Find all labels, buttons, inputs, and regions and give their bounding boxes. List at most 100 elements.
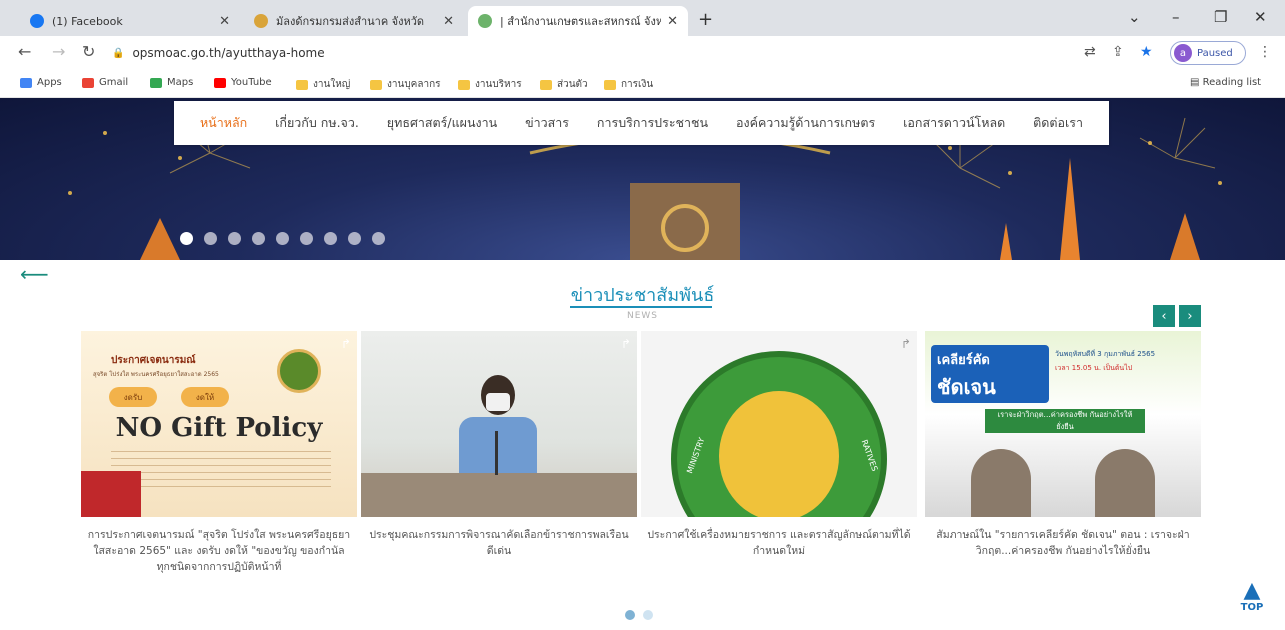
nav-news[interactable]: ข่าวสาร bbox=[525, 113, 569, 133]
bookmark-folder[interactable]: ส่วนตัว bbox=[540, 77, 588, 92]
nav-services[interactable]: การบริการประชาชน bbox=[597, 113, 708, 133]
tab-title: | สำนักงานเกษตรและสหกรณ์ จังหวัด bbox=[500, 15, 662, 28]
tab-search-icon[interactable]: ⌄ bbox=[1128, 8, 1141, 26]
bookmark-apps[interactable]: Apps bbox=[20, 77, 62, 88]
news-card[interactable]: MINISTRY RATIVES ↱ ประกาศใช้เครื่องหมายร… bbox=[641, 331, 917, 559]
minimize-icon[interactable]: – bbox=[1172, 8, 1180, 26]
news-image[interactable]: เคลียร์คัด ชัดเจน วันพฤหัสบดีที่ 3 กุมภา… bbox=[925, 331, 1201, 517]
nav-home[interactable]: หน้าหลัก bbox=[200, 113, 247, 133]
news-card[interactable]: ↱ ประชุมคณะกรรมการพิจารณาคัดเลือกข้าราชก… bbox=[361, 331, 637, 559]
carousel-next-button[interactable]: › bbox=[1179, 305, 1201, 327]
guest-photo bbox=[1095, 449, 1155, 517]
image-subtext: สุจริต โปร่งใส พระนครศรีอยุธยาใสสะอาด 25… bbox=[93, 371, 219, 378]
slider-dot[interactable] bbox=[372, 232, 385, 245]
news-image[interactable]: ประกาศเจตนารมณ์ สุจริต โปร่งใส พระนครศรี… bbox=[81, 331, 357, 517]
image-body-text bbox=[111, 451, 331, 491]
bookmark-label: งานใหญ่ bbox=[313, 79, 351, 90]
back-to-top-button[interactable]: ▲ TOP bbox=[1236, 578, 1268, 614]
tab-opsmoac-1[interactable]: มัลงด้กรมกรมส่งสำนาค จังหวัด ✕ bbox=[244, 6, 464, 36]
show-logo-line2: ชัดเจน bbox=[937, 375, 996, 399]
avatar: a bbox=[1174, 44, 1192, 62]
maps-icon bbox=[150, 77, 162, 88]
tab-facebook[interactable]: (1) Facebook ✕ bbox=[20, 6, 240, 36]
news-image[interactable]: MINISTRY RATIVES ↱ bbox=[641, 331, 917, 517]
menu-icon[interactable]: ⋮ bbox=[1258, 44, 1272, 60]
reading-list-button[interactable]: ▤ Reading list bbox=[1190, 77, 1261, 88]
news-caption[interactable]: ประกาศใช้เครื่องหมายราชการ และตราสัญลักษ… bbox=[641, 527, 917, 559]
translate-icon[interactable]: ⇄ bbox=[1084, 44, 1096, 60]
bookmark-folder[interactable]: งานบุคลากร bbox=[370, 77, 441, 92]
close-icon[interactable]: ✕ bbox=[667, 14, 678, 29]
slider-dot[interactable] bbox=[348, 232, 361, 245]
bookmark-folder[interactable]: งานใหญ่ bbox=[296, 77, 350, 92]
news-image[interactable]: ↱ bbox=[361, 331, 637, 517]
bookmarks-bar: Apps Gmail Maps YouTube งานใหญ่ งานบุคลา… bbox=[0, 70, 1285, 98]
share-icon[interactable]: ↱ bbox=[341, 337, 351, 351]
news-caption[interactable]: สัมภาษณ์ใน "รายการเคลียร์คัด ชัดเจน" ตอน… bbox=[925, 527, 1201, 559]
slider-dot[interactable] bbox=[204, 232, 217, 245]
section-underline bbox=[570, 306, 712, 308]
close-icon[interactable]: ✕ bbox=[219, 14, 230, 29]
folder-icon bbox=[458, 79, 470, 90]
show-logo: เคลียร์คัด ชัดเจน bbox=[931, 345, 1049, 403]
reload-icon[interactable]: ↻ bbox=[82, 42, 95, 61]
pager-dot[interactable] bbox=[625, 610, 635, 620]
close-window-icon[interactable]: ✕ bbox=[1254, 8, 1267, 26]
site-favicon-icon bbox=[478, 14, 492, 28]
address-bar[interactable]: 🔒 opsmoac.go.th/ayutthaya-home bbox=[112, 41, 1152, 65]
tab-opsmoac-active[interactable]: | สำนักงานเกษตรและสหกรณ์ จังหวัด ✕ bbox=[468, 6, 688, 36]
bookmark-maps[interactable]: Maps bbox=[150, 77, 193, 88]
share-icon[interactable]: ↱ bbox=[901, 337, 911, 351]
new-tab-icon[interactable]: + bbox=[698, 9, 713, 30]
show-time: เวลา 15.05 น. เป็นต้นไป bbox=[1055, 364, 1133, 372]
image-header: ประกาศเจตนารมณ์ bbox=[111, 355, 196, 366]
person bbox=[453, 375, 543, 487]
bookmark-label: Gmail bbox=[99, 77, 129, 88]
nav-strategy[interactable]: ยุทธศาสตร์/แผนงาน bbox=[387, 113, 497, 133]
meeting-table bbox=[361, 473, 637, 517]
news-card[interactable]: เคลียร์คัด ชัดเจน วันพฤหัสบดีที่ 3 กุมภา… bbox=[925, 331, 1201, 559]
gift-ribbon bbox=[81, 471, 141, 517]
slider-dot[interactable] bbox=[324, 232, 337, 245]
pager-dot[interactable] bbox=[643, 610, 653, 620]
bookmark-youtube[interactable]: YouTube bbox=[214, 77, 272, 88]
arrow-up-icon: ▲ bbox=[1243, 578, 1261, 603]
restore-icon[interactable]: ❐ bbox=[1214, 8, 1227, 26]
profile-button[interactable]: a Paused bbox=[1170, 41, 1246, 65]
slider-dot[interactable] bbox=[180, 232, 193, 245]
news-card[interactable]: ประกาศเจตนารมณ์ สุจริต โปร่งใส พระนครศรี… bbox=[81, 331, 357, 575]
folder-icon bbox=[604, 79, 616, 90]
forward-icon[interactable]: → bbox=[52, 42, 65, 61]
lock-icon: 🔒 bbox=[112, 47, 125, 59]
nav-contact[interactable]: ติดต่อเรา bbox=[1033, 113, 1083, 133]
seal-inner bbox=[719, 391, 839, 517]
news-caption[interactable]: การประกาศเจตนารมณ์ "สุจริต โปร่งใส พระนค… bbox=[81, 527, 357, 575]
reading-list-icon: ▤ bbox=[1190, 77, 1203, 88]
slider-dot[interactable] bbox=[252, 232, 265, 245]
slider-dot[interactable] bbox=[228, 232, 241, 245]
bookmark-label: ส่วนตัว bbox=[557, 79, 588, 90]
bookmark-folder[interactable]: การเงิน bbox=[604, 77, 653, 92]
back-icon[interactable]: ← bbox=[18, 42, 31, 61]
nav-downloads[interactable]: เอกสารดาวน์โหลด bbox=[903, 113, 1005, 133]
section-title: ข่าวประชาสัมพันธ์ bbox=[570, 285, 715, 306]
chevron-left-icon: ‹ bbox=[1161, 308, 1167, 324]
slider-dot[interactable] bbox=[276, 232, 289, 245]
bookmark-gmail[interactable]: Gmail bbox=[82, 77, 128, 88]
news-caption[interactable]: ประชุมคณะกรรมการพิจารณาคัดเลือกข้าราชการ… bbox=[361, 527, 637, 559]
nav-knowledge[interactable]: องค์ความรู้ด้านการเกษตร bbox=[736, 113, 875, 133]
tab-title: (1) Facebook bbox=[52, 14, 123, 28]
show-date: วันพฤหัสบดีที่ 3 กุมภาพันธ์ 2565 bbox=[1055, 350, 1156, 358]
carousel-prev-button[interactable]: ‹ bbox=[1153, 305, 1175, 327]
close-icon[interactable]: ✕ bbox=[443, 14, 454, 29]
bookmark-label: การเงิน bbox=[621, 79, 654, 90]
reading-list-label: Reading list bbox=[1202, 77, 1262, 88]
share-icon[interactable]: ↱ bbox=[621, 337, 631, 351]
facebook-icon bbox=[30, 14, 44, 28]
share-icon[interactable]: ⇪ bbox=[1112, 44, 1124, 60]
slider-dot[interactable] bbox=[300, 232, 313, 245]
bookmark-star-icon[interactable]: ★ bbox=[1140, 44, 1153, 60]
nav-about[interactable]: เกี่ยวกับ กษ.จว. bbox=[275, 113, 359, 133]
show-logo-line1: เคลียร์คัด bbox=[937, 353, 990, 368]
bookmark-folder[interactable]: งานบริหาร bbox=[458, 77, 522, 92]
